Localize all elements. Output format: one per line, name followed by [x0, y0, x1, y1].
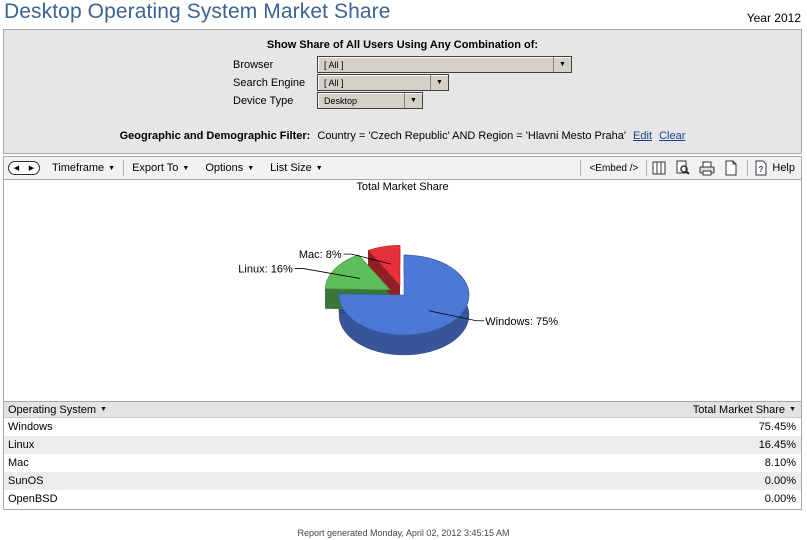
device-type-select[interactable]: Desktop ▼	[317, 92, 423, 109]
share-cell: 16.45%	[758, 439, 796, 451]
export-label: Export To	[132, 162, 179, 174]
chevron-down-icon[interactable]: ▼	[430, 75, 448, 90]
filter-panel: Show Share of All Users Using Any Combin…	[3, 29, 802, 154]
browser-select[interactable]: [ All ] ▼	[317, 56, 572, 73]
table-body: Windows 75.45% Linux 16.45% Mac 8.10% SunOS…	[4, 418, 801, 508]
caret-down-icon: ▼	[108, 164, 116, 172]
geo-clear-link[interactable]: Clear	[659, 130, 685, 142]
embed-button[interactable]: <Embed />	[581, 163, 646, 174]
share-column-label: Total Market Share	[692, 403, 786, 416]
svg-text:?: ?	[759, 165, 764, 174]
table-row[interactable]: OpenBSD 0.00%	[4, 490, 801, 508]
search-engine-filter-row: Search Engine [ All ] ▼	[233, 74, 449, 91]
chart-area: Total Market Share Windows: 75% Linux: 16…	[3, 180, 802, 401]
device-type-select-value: Desktop	[324, 95, 358, 106]
page-title: Desktop Operating System Market Share	[4, 0, 391, 23]
sort-down-icon: ▼	[100, 406, 107, 413]
share-cell: 0.00%	[764, 475, 796, 487]
arrow-left-icon[interactable]: ◀	[14, 164, 19, 172]
os-cell: Windows	[8, 421, 53, 433]
geo-filter-label: Geographic and Demographic Filter:	[119, 130, 311, 142]
caret-down-icon: ▼	[247, 164, 255, 172]
browser-select-value: [ All ]	[324, 59, 344, 70]
geo-edit-link[interactable]: Edit	[633, 130, 652, 142]
os-column-label: Operating System	[8, 403, 97, 416]
report-footer: Report generated Monday, April 02, 2012 …	[297, 528, 510, 538]
share-cell: 75.45%	[758, 421, 796, 433]
table-row[interactable]: Linux 16.45%	[4, 436, 801, 454]
table-row[interactable]: Mac 8.10%	[4, 454, 801, 472]
options-label: Options	[205, 162, 244, 174]
share-cell: 8.10%	[764, 457, 796, 469]
device-type-label: Device Type	[233, 94, 294, 107]
timeframe-label: Timeframe	[52, 162, 105, 174]
search-engine-label: Search Engine	[233, 76, 306, 89]
search-engine-select[interactable]: [ All ] ▼	[317, 74, 449, 91]
chevron-down-icon[interactable]: ▼	[404, 93, 422, 108]
os-cell: SunOS	[8, 475, 44, 487]
list-size-menu[interactable]: List Size ▼	[262, 162, 331, 174]
geo-filter-value: Country = 'Czech Republic' AND Region = …	[317, 130, 626, 142]
os-cell: Mac	[8, 457, 29, 469]
help-label: Help	[772, 162, 795, 174]
os-cell: Linux	[8, 439, 35, 451]
search-engine-select-value: [ All ]	[324, 77, 344, 88]
print-preview-icon[interactable]	[673, 159, 693, 177]
document-icon[interactable]	[721, 159, 741, 177]
report-toolbar: ◀ ▶ Timeframe ▼ Export To ▼ Options ▼ Li…	[3, 156, 802, 180]
nav-arrows[interactable]: ◀ ▶	[8, 161, 40, 175]
filter-heading: Show Share of All Users Using Any Combin…	[266, 39, 539, 51]
help-button[interactable]: ? Help	[748, 160, 801, 176]
os-column-header[interactable]: Operating System ▼	[8, 404, 107, 416]
pie-label-mac: Mac: 8%	[299, 249, 342, 261]
device-type-filter-row: Device Type Desktop ▼	[233, 92, 423, 109]
share-column-header[interactable]: Total Market Share ▼	[693, 404, 796, 416]
year-label: Year 2012	[746, 11, 801, 25]
pie-label-linux: Linux: 16%	[238, 263, 293, 275]
browser-label: Browser	[233, 58, 274, 71]
browser-filter-row: Browser [ All ] ▼	[233, 56, 572, 73]
os-cell: OpenBSD	[8, 493, 58, 505]
toolbar-right: <Embed /> ? Help	[580, 157, 801, 179]
share-cell: 0.00%	[764, 493, 796, 505]
arrow-right-icon[interactable]: ▶	[29, 164, 34, 172]
caret-down-icon: ▼	[182, 164, 190, 172]
timeframe-menu[interactable]: Timeframe ▼	[44, 162, 123, 174]
caret-down-icon: ▼	[315, 164, 323, 172]
data-table: Operating System ▼ Total Market Share ▼ …	[3, 401, 802, 510]
options-menu[interactable]: Options ▼	[197, 162, 262, 174]
columns-icon[interactable]	[649, 159, 669, 177]
table-row[interactable]: SunOS 0.00%	[4, 472, 801, 490]
export-menu[interactable]: Export To ▼	[124, 162, 197, 174]
table-header: Operating System ▼ Total Market Share ▼	[4, 402, 801, 418]
toolbar-divider	[646, 160, 648, 176]
help-icon: ?	[755, 160, 767, 176]
list-size-label: List Size	[270, 162, 312, 174]
geo-filter: Geographic and Demographic Filter: Count…	[4, 130, 801, 142]
sort-down-icon: ▼	[789, 406, 796, 413]
print-icon[interactable]	[697, 159, 717, 177]
table-row[interactable]: Windows 75.45%	[4, 418, 801, 436]
chevron-down-icon[interactable]: ▼	[553, 57, 571, 72]
pie-label-windows: Windows: 75%	[485, 316, 558, 328]
pie-chart: Windows: 75% Linux: 16% Mac: 8%	[238, 245, 558, 356]
